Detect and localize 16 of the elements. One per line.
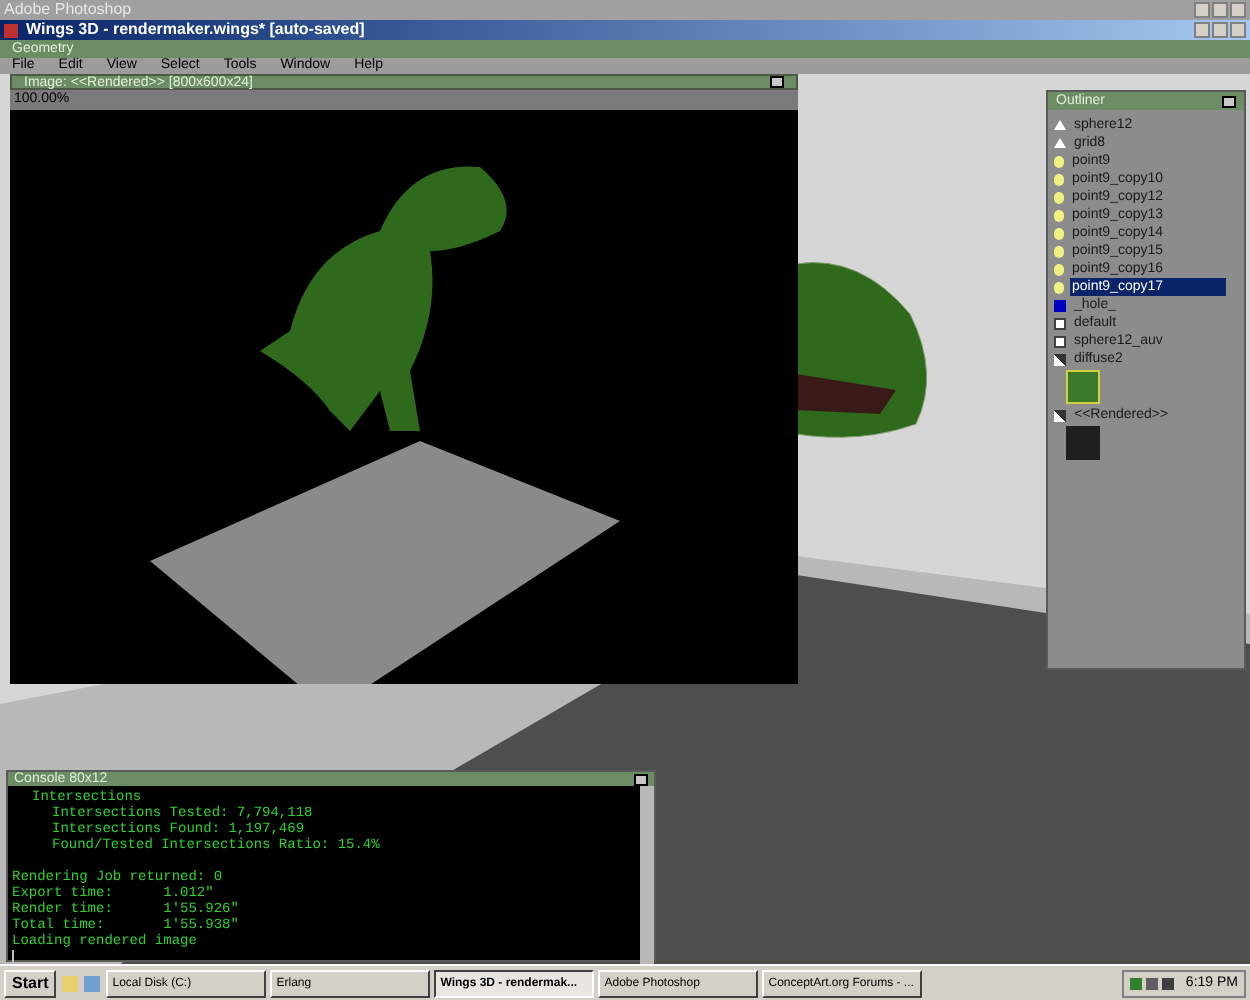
restore-button[interactable] (1212, 2, 1228, 18)
close-button[interactable] (634, 773, 648, 785)
window-title: Wings 3D - rendermaker.wings* [auto-saved] (26, 22, 367, 38)
close-button[interactable] (1222, 95, 1236, 107)
texture-thumbnail (1066, 370, 1100, 404)
maximize-button[interactable] (1212, 22, 1228, 38)
text-cursor (12, 950, 14, 964)
color-swatch-icon (1054, 299, 1066, 311)
image-icon (1054, 409, 1066, 421)
scrollbar[interactable] (640, 786, 654, 964)
app-icon (4, 23, 18, 37)
image-icon (1054, 353, 1066, 365)
close-button[interactable] (770, 76, 784, 88)
render-thumbnail (1066, 426, 1100, 460)
window-title: Adobe Photoshop (4, 2, 134, 18)
start-button[interactable]: Start (4, 969, 57, 997)
